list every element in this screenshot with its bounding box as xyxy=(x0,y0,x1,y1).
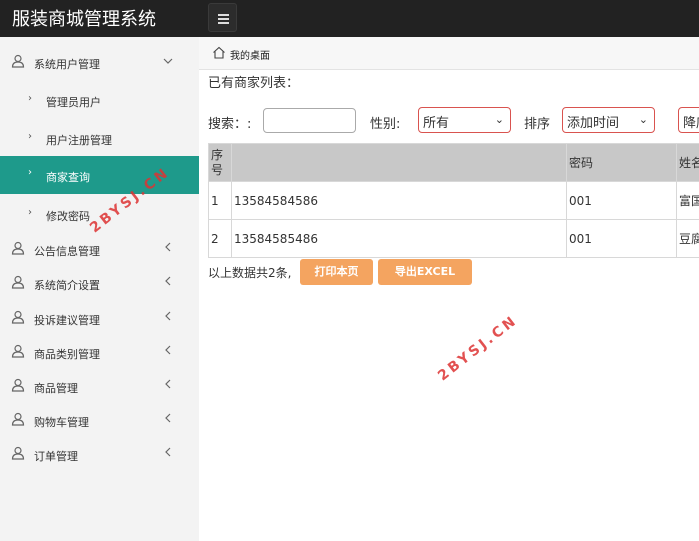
chevron-right-icon: › xyxy=(28,207,32,218)
sidebar-item-product-categories[interactable]: 商品类别管理 xyxy=(0,339,199,365)
chevron-right-icon: › xyxy=(28,131,32,142)
user-icon xyxy=(11,241,25,255)
table-cell: 富国 xyxy=(676,181,699,220)
gender-label: 性别: xyxy=(370,117,401,132)
user-icon xyxy=(11,310,25,324)
chevron-left-icon xyxy=(165,447,171,457)
chevron-down-icon: ⌄ xyxy=(494,113,504,126)
table-cell: 1 xyxy=(208,181,232,220)
sidebar-item-label: 系统简介设置 xyxy=(34,279,100,292)
user-icon xyxy=(11,412,25,426)
menu-toggle-button[interactable] xyxy=(208,3,237,32)
top-navbar: 服装商城管理系统 xyxy=(0,0,699,37)
table-row[interactable]: 1 13584584586 001 富国 xyxy=(208,181,699,220)
search-input[interactable] xyxy=(263,108,356,133)
search-label: 搜索：: xyxy=(208,117,252,132)
user-icon xyxy=(11,344,25,358)
sidebar-item-label: 用户注册管理 xyxy=(46,134,112,147)
breadcrumb-home-link[interactable]: 我的桌面 xyxy=(230,47,270,62)
column-header: 姓名 xyxy=(676,143,699,182)
sort-field-select[interactable]: 添加时间 ⌄ xyxy=(562,107,655,133)
table-cell: 13584584586 xyxy=(231,181,567,220)
chevron-left-icon xyxy=(165,242,171,252)
home-icon xyxy=(213,46,225,59)
column-header: 序号 xyxy=(208,143,232,182)
table-cell: 13584585486 xyxy=(231,219,567,258)
user-icon xyxy=(11,446,25,460)
sidebar-item-label: 商家查询 xyxy=(46,171,90,184)
user-icon xyxy=(11,54,25,68)
sidebar-item-orders[interactable]: 订单管理 xyxy=(0,441,199,467)
main-content: 我的桌面 已有商家列表： 搜索：: 性别: 所有 ⌄ 排序 添加时间 ⌄ 降序号… xyxy=(199,37,699,541)
table-cell: 2 xyxy=(208,219,232,258)
print-page-button[interactable]: 打印本页 xyxy=(300,259,373,285)
sidebar-item-label: 公告信息管理 xyxy=(34,245,100,258)
table-cell: 001 xyxy=(566,181,677,220)
sidebar-item-label: 购物车管理 xyxy=(34,416,89,429)
sidebar-item-products[interactable]: 商品管理 xyxy=(0,373,199,399)
sidebar-item-label: 修改密码 xyxy=(46,210,90,223)
list-title: 已有商家列表： xyxy=(208,76,300,91)
chevron-right-icon: › xyxy=(28,167,32,178)
column-header xyxy=(231,143,567,182)
chevron-left-icon xyxy=(165,345,171,355)
sidebar-item-label: 商品管理 xyxy=(34,382,78,395)
sidebar-subitem-admin-users[interactable]: › 管理员用户 xyxy=(0,87,199,113)
sidebar-item-label: 订单管理 xyxy=(34,450,78,463)
sidebar-item-system-intro[interactable]: 系统简介设置 xyxy=(0,270,199,296)
sidebar: 系统用户管理 › 管理员用户 › 用户注册管理 › 商家查询 › 修改密码 公告… xyxy=(0,37,199,541)
user-icon xyxy=(11,378,25,392)
chevron-left-icon xyxy=(165,413,171,423)
sidebar-item-system-users[interactable]: 系统用户管理 xyxy=(0,49,199,75)
sidebar-item-shopping-cart[interactable]: 购物车管理 xyxy=(0,407,199,433)
app-title: 服装商城管理系统 xyxy=(12,9,156,30)
table-row[interactable]: 2 13584585486 001 豆腐 xyxy=(208,219,699,258)
sidebar-subitem-user-registration[interactable]: › 用户注册管理 xyxy=(0,125,199,151)
chevron-down-icon: ⌄ xyxy=(638,113,648,126)
sidebar-item-label: 商品类别管理 xyxy=(34,348,100,361)
sidebar-item-label: 管理员用户 xyxy=(46,96,101,109)
gender-select[interactable]: 所有 ⌄ xyxy=(418,107,511,133)
column-header: 密码 xyxy=(566,143,677,182)
total-count-text: 以上数据共2条, xyxy=(208,266,292,280)
table-cell: 001 xyxy=(566,219,677,258)
user-icon xyxy=(11,275,25,289)
chevron-right-icon: › xyxy=(28,93,32,104)
merchant-table: 序号 密码 姓名 1 13584584586 001 富国 2 13584585… xyxy=(208,143,699,258)
sidebar-item-complaints[interactable]: 投诉建议管理 xyxy=(0,305,199,331)
sort-order-select[interactable]: 降序 xyxy=(678,107,699,133)
table-cell: 豆腐 xyxy=(676,219,699,258)
search-bar: 搜索：: 性别: 所有 ⌄ 排序 添加时间 ⌄ 降序 xyxy=(199,107,699,137)
sort-label: 排序 xyxy=(524,117,551,132)
sidebar-item-label: 系统用户管理 xyxy=(34,58,100,71)
chevron-down-icon xyxy=(163,58,173,64)
chevron-left-icon xyxy=(165,311,171,321)
export-excel-button[interactable]: 导出EXCEL xyxy=(378,259,472,285)
breadcrumb: 我的桌面 xyxy=(199,37,699,70)
chevron-left-icon xyxy=(165,379,171,389)
sidebar-item-announcements[interactable]: 公告信息管理 xyxy=(0,236,199,262)
table-header-row: 序号 密码 姓名 xyxy=(208,143,699,182)
sidebar-item-label: 投诉建议管理 xyxy=(34,314,100,327)
chevron-left-icon xyxy=(165,276,171,286)
